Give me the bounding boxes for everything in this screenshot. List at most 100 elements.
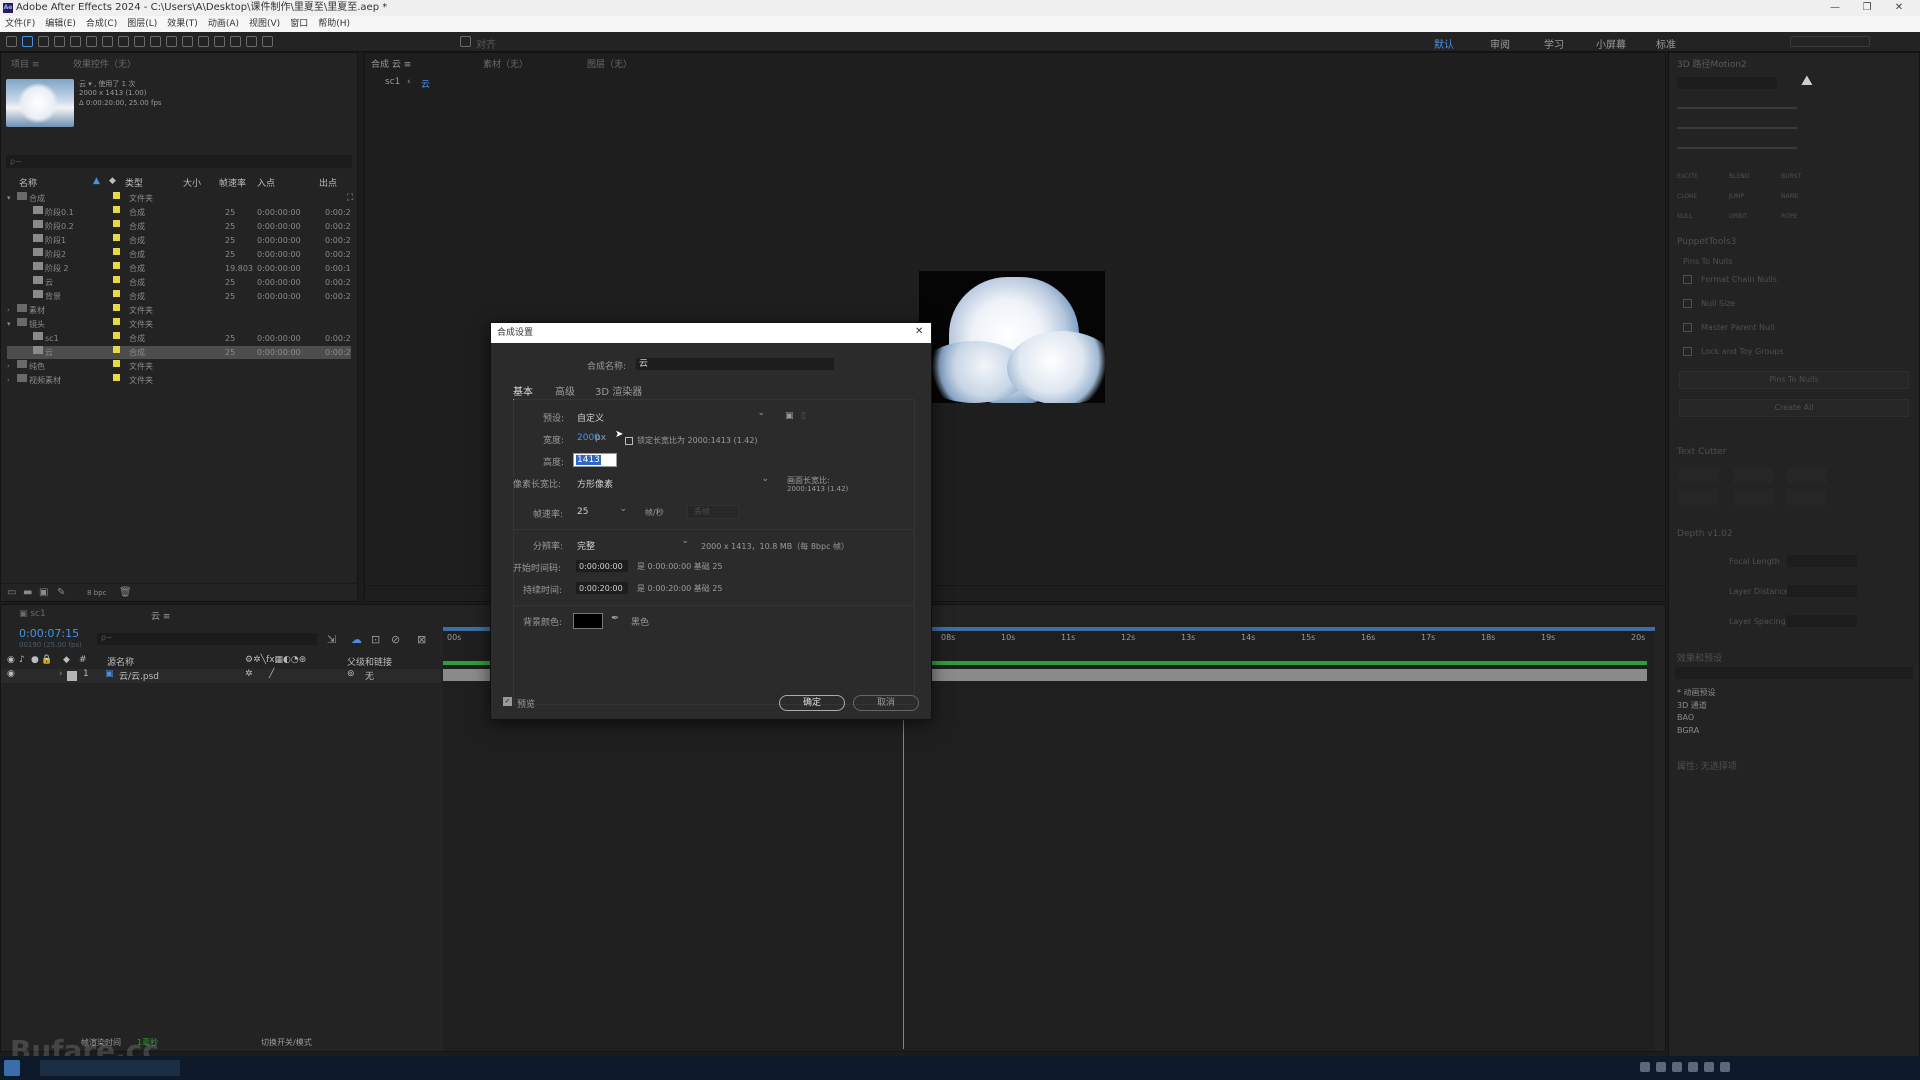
label-color-swatch[interactable] — [113, 276, 120, 283]
tray-icon[interactable] — [1672, 1062, 1682, 1072]
preview-checkbox[interactable]: ✓ — [503, 697, 512, 706]
project-row[interactable]: 阶段1 合成 25 0:00:00:00 0:00:2 — [7, 234, 351, 247]
project-row[interactable]: › 素材 文件夹 — [7, 304, 351, 317]
tray-icon[interactable] — [1656, 1062, 1666, 1072]
puppet-checkbox[interactable] — [1683, 275, 1692, 284]
menu-item[interactable]: 视图(V) — [244, 16, 285, 32]
roto-tool-icon[interactable] — [246, 36, 257, 47]
motion-button-null[interactable]: NULL — [1677, 213, 1693, 220]
label-color-swatch[interactable] — [113, 346, 120, 353]
breadcrumb-cloud[interactable]: 云 — [421, 77, 430, 90]
new-comp-icon[interactable]: ▣ — [39, 587, 48, 598]
project-row[interactable]: 阶段0.2 合成 25 0:00:00:00 0:00:2 — [7, 220, 351, 233]
col-out[interactable]: 出点 — [319, 176, 337, 189]
label-color-swatch[interactable] — [113, 206, 120, 213]
eraser-tool-icon[interactable] — [230, 36, 241, 47]
maximize-button[interactable]: ❐ — [1852, 0, 1882, 16]
duration-input[interactable]: 0:00:20:00 — [575, 581, 629, 595]
dolly-tool-icon[interactable] — [102, 36, 113, 47]
expand-icon[interactable]: ▾ — [7, 192, 11, 205]
tab-basic[interactable]: 基本 — [513, 383, 533, 400]
motion-slider-1[interactable] — [1677, 107, 1797, 109]
label-col-icon[interactable]: ◆ — [63, 655, 70, 665]
motion-slider-2[interactable] — [1677, 127, 1797, 129]
resolution-dropdown[interactable]: 完整 — [577, 536, 689, 552]
expand-icon[interactable]: › — [7, 360, 10, 373]
timeline-search-input[interactable]: ρ~ — [97, 633, 317, 645]
project-row[interactable]: ▾ 镜头 文件夹 — [7, 318, 351, 331]
expand-icon[interactable]: ▾ — [7, 318, 11, 331]
trash-icon[interactable]: 🗑 — [119, 587, 132, 598]
start-timecode-input[interactable]: 0:00:00:00 — [575, 559, 629, 573]
cutter-button-4[interactable] — [1679, 489, 1719, 505]
tray-icon[interactable] — [1720, 1062, 1730, 1072]
bpc-label[interactable]: 8 bpc — [87, 589, 106, 597]
tab-comp-cloud[interactable]: 合成 云 ≡ — [371, 57, 411, 70]
audio-icon[interactable]: ♪ — [19, 655, 25, 665]
menu-item[interactable]: 编辑(E) — [40, 16, 81, 32]
shy-icon[interactable]: ⊡ — [371, 633, 380, 646]
workspace-1[interactable]: 审阅 — [1490, 36, 1510, 51]
motion-button-orbit[interactable]: ORBIT — [1729, 213, 1747, 220]
project-row[interactable]: 云 合成 25 0:00:00:00 0:00:2 — [7, 346, 351, 359]
label-color-swatch[interactable] — [113, 332, 120, 339]
rotate-tool-icon[interactable] — [118, 36, 129, 47]
project-row[interactable]: › 视频素材 文件夹 — [7, 374, 351, 387]
depth-input[interactable] — [1787, 615, 1857, 627]
layer-name[interactable]: 云/云.psd — [119, 669, 159, 682]
bg-color-swatch[interactable] — [573, 613, 603, 629]
col-in[interactable]: 入点 — [257, 176, 275, 189]
motion-preset-dropdown[interactable] — [1677, 77, 1777, 89]
comp-name-input[interactable]: 云 — [635, 357, 835, 371]
menu-item[interactable]: 窗口 — [285, 16, 313, 32]
solo-icon[interactable]: ● — [31, 655, 39, 665]
lock-aspect-checkbox[interactable] — [625, 437, 633, 445]
layer-eye-icon[interactable]: ◉ — [7, 669, 15, 679]
tray-icon[interactable] — [1640, 1062, 1650, 1072]
menu-item[interactable]: 效果(T) — [162, 16, 203, 32]
workspace-2[interactable]: 学习 — [1544, 36, 1564, 51]
workspace-3[interactable]: 小屏幕 — [1596, 36, 1626, 51]
col-parent[interactable]: 父级和链接 — [347, 655, 392, 668]
close-window-button[interactable]: ✕ — [1884, 0, 1914, 16]
label-color-swatch[interactable] — [113, 192, 120, 199]
motion-button-name[interactable]: NAME — [1781, 193, 1799, 200]
cutter-button-1[interactable] — [1679, 467, 1719, 483]
effects-category[interactable]: 3D 通道 — [1677, 700, 1707, 711]
motion-slider-3[interactable] — [1677, 147, 1797, 149]
label-color-swatch[interactable] — [113, 318, 120, 325]
project-row[interactable]: 背景 合成 25 0:00:00:00 0:00:2 — [7, 290, 351, 303]
project-row[interactable]: 阶段 2 合成 19.803 0:00:00:00 0:00:1 — [7, 262, 351, 275]
properties-panel-title[interactable]: 属性: 无选择项 — [1677, 759, 1737, 772]
orbit-tool-icon[interactable] — [70, 36, 81, 47]
effects-search-input[interactable] — [1675, 667, 1913, 679]
expand-icon[interactable]: › — [7, 374, 10, 387]
label-color-swatch[interactable] — [113, 290, 120, 297]
menu-item[interactable]: 合成(C) — [81, 16, 122, 32]
pan-tool-icon[interactable] — [86, 36, 97, 47]
create-all-button[interactable]: Create All — [1679, 399, 1909, 417]
menu-item[interactable]: 帮助(H) — [313, 16, 355, 32]
project-row[interactable]: 阶段2 合成 25 0:00:00:00 0:00:2 — [7, 248, 351, 261]
adjust-icon[interactable]: ✎ — [57, 587, 65, 598]
anchor-tool-icon[interactable] — [134, 36, 145, 47]
pins-to-nulls-button[interactable]: Pins To Nulls — [1679, 371, 1909, 389]
layer-color-label[interactable] — [67, 671, 77, 681]
parent-pickwhip-icon[interactable]: ⊚ — [347, 669, 355, 679]
new-folder-icon[interactable]: ▬ — [23, 587, 32, 598]
text-cutter-title[interactable]: Text Cutter — [1677, 447, 1726, 457]
breadcrumb-sc1[interactable]: sc1 — [385, 77, 400, 87]
layer-parent[interactable]: 无 — [365, 669, 374, 682]
label-color-swatch[interactable] — [113, 360, 120, 367]
label-color-swatch[interactable] — [113, 234, 120, 241]
height-input-box[interactable]: 1413 — [573, 453, 617, 467]
graph-editor-icon[interactable]: ⊠ — [417, 633, 426, 646]
motion-button-excite[interactable]: EXCITE — [1677, 173, 1698, 180]
height-input[interactable]: 1413 — [576, 455, 601, 465]
puppet-panel-title[interactable]: PuppetTools3 — [1677, 237, 1736, 247]
motion-button-clone[interactable]: CLONE — [1677, 193, 1697, 200]
col-source-name[interactable]: 源名称 — [107, 655, 134, 668]
label-color-swatch[interactable] — [113, 374, 120, 381]
project-row[interactable]: 云 合成 25 0:00:00:00 0:00:2 — [7, 276, 351, 289]
menu-item[interactable]: 动画(A) — [203, 16, 244, 32]
